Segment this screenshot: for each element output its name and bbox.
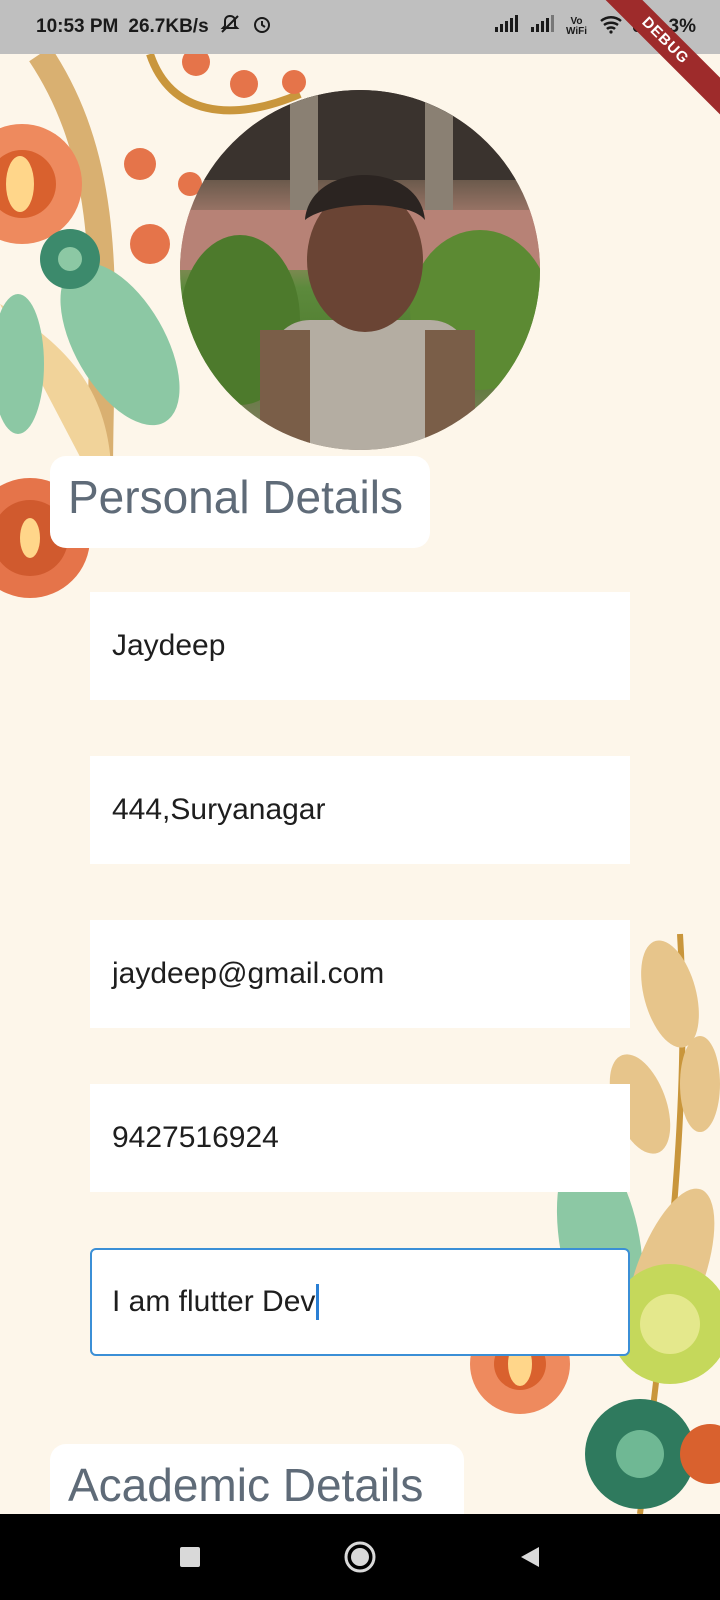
status-left: 10:53 PM 26.7KB/s	[36, 13, 273, 41]
home-button[interactable]	[330, 1527, 390, 1587]
system-navigation-bar	[0, 1514, 720, 1600]
signal-icon	[493, 15, 519, 39]
address-field[interactable]: 444,Suryanagar	[90, 756, 630, 864]
recents-icon	[180, 1547, 200, 1567]
back-button[interactable]	[500, 1527, 560, 1587]
home-icon	[344, 1541, 376, 1573]
vowifi-icon: Vo WiFi	[566, 16, 588, 37]
recents-button[interactable]	[160, 1527, 220, 1587]
status-time: 10:53 PM	[36, 16, 119, 37]
text-cursor	[316, 1284, 320, 1320]
back-icon	[521, 1547, 539, 1567]
profile-form-screen[interactable]: Personal Details Jaydeep 444,Suryanagar …	[0, 54, 720, 1514]
signal-icon-2	[529, 15, 555, 39]
avatar-illustration	[180, 90, 540, 450]
email-field[interactable]: jaydeep@gmail.com	[90, 920, 630, 1028]
alarm-icon	[251, 13, 273, 41]
name-field[interactable]: Jaydeep	[90, 592, 630, 700]
academic-details-title: Academic Details	[50, 1444, 464, 1514]
bell-off-icon	[219, 13, 241, 41]
about-field[interactable]: I am flutter Dev	[90, 1248, 630, 1356]
status-bar: 10:53 PM 26.7KB/s Vo WiFi 3%	[0, 0, 720, 54]
personal-details-title: Personal Details	[50, 456, 430, 548]
phone-field[interactable]: 9427516924	[90, 1084, 630, 1192]
profile-avatar[interactable]	[180, 90, 540, 450]
wifi-icon	[599, 14, 623, 40]
about-field-value: I am flutter Dev	[112, 1285, 316, 1318]
network-speed: 26.7KB/s	[128, 16, 209, 37]
